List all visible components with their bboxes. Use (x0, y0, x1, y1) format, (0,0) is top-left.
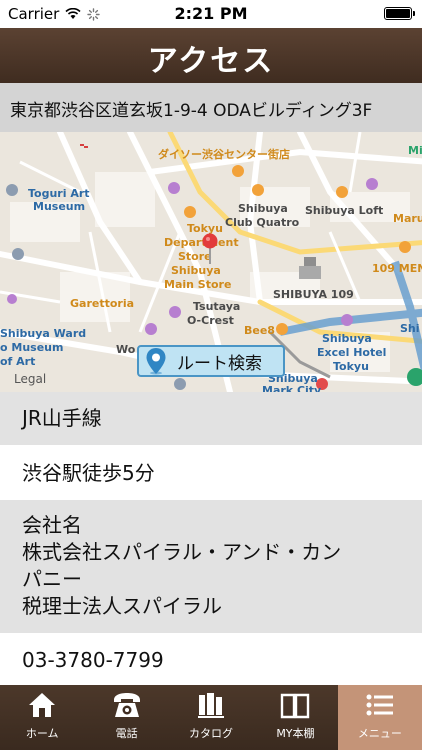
map-label-o-crest: O-Crest (187, 314, 234, 327)
route-search-button[interactable]: ルート検索 (137, 345, 285, 377)
tab-menu-label: メニュー (357, 727, 402, 740)
tab-bookshelf[interactable]: MY本棚 (253, 685, 337, 750)
map-label-tsutaya: Tsutaya (193, 300, 241, 313)
map-label-shibuya-ward: Shibuya Ward (0, 327, 87, 340)
map-label-bee8: Bee8 (244, 324, 275, 337)
map-label-shibuya-3: Shibuya (322, 332, 372, 345)
map-label-toguri-art: Toguri Art (28, 187, 90, 200)
tab-catalog-label: カタログ (189, 727, 234, 740)
map-label-of-art: of Art (0, 355, 36, 368)
phone-icon (113, 693, 140, 717)
title-bar: アクセス (0, 28, 422, 83)
company-name-line-3: 税理士法人スパイラル (22, 594, 222, 618)
map-label-mi: Mi (408, 144, 422, 157)
map-label-excel-hotel: Excel Hotel (317, 346, 387, 359)
map-label-main-store: Main Store (164, 278, 232, 291)
tab-bar: ホーム 電話 カタログ MY本棚 メニュー (0, 685, 422, 750)
address-text: 東京都渋谷区道玄坂1-9-4 ODAビルディング3F (10, 101, 373, 121)
tab-phone[interactable]: 電話 (84, 685, 168, 750)
walk-time-row: 渋谷駅徒歩5分 (0, 445, 422, 500)
catalog-icon (198, 693, 225, 718)
tab-catalog[interactable]: カタログ (169, 685, 253, 750)
map-label-garettoria: Garettoria (70, 297, 135, 310)
map-label-shibuya-1: Shibuya (171, 264, 221, 277)
map-label-museum: Museum (33, 200, 86, 213)
phone-row[interactable]: 03-3780-7799 (0, 633, 422, 685)
tab-menu[interactable]: メニュー (337, 685, 422, 750)
map-label-tokyu-2: Tokyu (333, 360, 369, 373)
map-label-wo: Wo (116, 343, 136, 356)
map-label-109-men: 109 MEN (372, 262, 422, 275)
company-row: 会社名 株式会社スパイラル・アンド・カン パニー 税理士法人スパイラル (0, 500, 422, 633)
tab-home-label: ホーム (25, 727, 59, 740)
map-label-mark-city: Mark City (262, 384, 322, 392)
tab-bookshelf-label: MY本棚 (276, 727, 315, 740)
location-pin-icon[interactable] (201, 233, 219, 265)
walk-time-text: 渋谷駅徒歩5分 (22, 461, 155, 485)
map-label-shibuya-loft: Shibuya Loft (305, 204, 384, 217)
map-pin-icon (146, 348, 166, 375)
map-label-daiso: ダイソー渋谷センター街店 (158, 148, 290, 161)
map-label-maru: Maru (393, 212, 422, 225)
company-name-line-1: 株式会社スパイラル・アンド・カン (22, 540, 342, 564)
tab-home[interactable]: ホーム (0, 685, 84, 750)
map-label-museum-2: o Museum (0, 341, 64, 354)
map-label-shi: Shi (400, 322, 420, 335)
map-label-shibuya-2: Shibuya (238, 202, 288, 215)
company-name-line-2: パニー (22, 567, 82, 591)
train-line-text: JR山手線 (22, 406, 102, 430)
status-time: 2:21 PM (174, 4, 248, 23)
train-line-row: JR山手線 (0, 392, 422, 445)
map-label-club-quatro: Club Quatro (225, 216, 300, 229)
page-title: アクセス (147, 44, 275, 79)
home-icon (29, 693, 56, 717)
menu-icon (366, 694, 393, 716)
address-bar: 東京都渋谷区道玄坂1-9-4 ODAビルディング3F (0, 83, 422, 132)
bookshelf-icon (281, 693, 310, 719)
map-legal-link[interactable]: Legal (14, 372, 46, 386)
route-search-label: ルート検索 (177, 353, 262, 374)
tab-phone-label: 電話 (115, 727, 138, 740)
phone-number[interactable]: 03-3780-7799 (22, 647, 422, 674)
status-bar: Carrier 2:21 PM (0, 0, 422, 28)
map-label-shibuya-109: SHIBUYA 109 (273, 288, 354, 301)
battery-icon (384, 7, 415, 20)
company-heading: 会社名 (22, 513, 82, 537)
